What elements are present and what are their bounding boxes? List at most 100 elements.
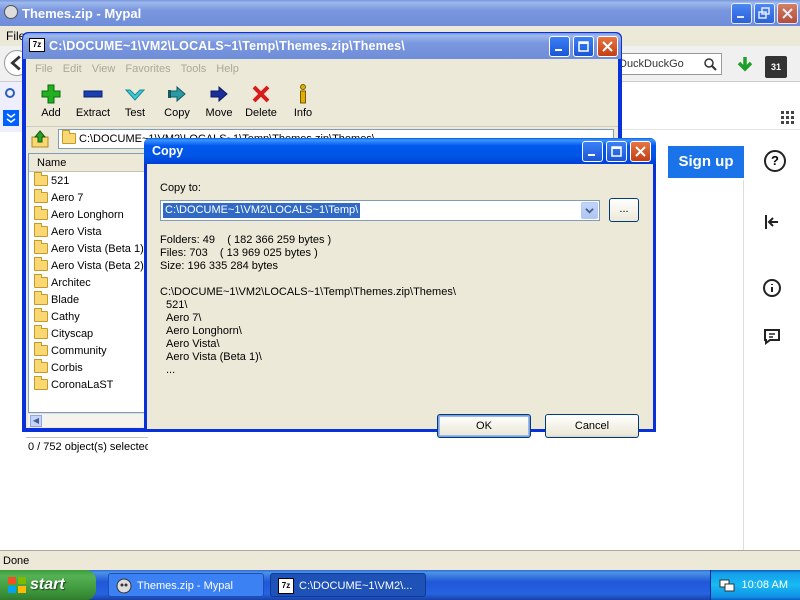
browser-minimize-button[interactable] (731, 3, 752, 24)
folder-icon (34, 359, 48, 373)
ok-button[interactable]: OK (437, 414, 531, 438)
minus-icon (83, 90, 103, 98)
download-icon[interactable] (734, 54, 756, 76)
info-icon[interactable] (760, 276, 784, 300)
folder-icon (62, 130, 76, 144)
horizontal-scrollbar[interactable]: ◀ (28, 413, 150, 427)
apps-grid-icon[interactable] (780, 110, 794, 124)
list-item[interactable]: Corbis (29, 359, 149, 376)
zip-close-button[interactable] (597, 36, 618, 57)
dropdown-button[interactable] (581, 202, 598, 219)
signup-button[interactable]: Sign up (668, 146, 744, 178)
list-item[interactable]: Aero 7 (29, 189, 149, 206)
dialog-minimize-button[interactable] (582, 141, 603, 162)
add-label: Add (41, 107, 61, 119)
menu-tools[interactable]: Tools (176, 59, 212, 79)
list-item[interactable]: Cityscap (29, 325, 149, 342)
zip-title: C:\DOCUME~1\VM2\LOCALS~1\Temp\Themes.zip… (49, 39, 405, 53)
folder-icon (34, 240, 48, 254)
file-list[interactable]: Name 521 Aero 7 Aero Longhorn Aero Vista Aer… (28, 153, 150, 413)
zip-title-bar: 7z C:\DOCUME~1\VM2\LOCALS~1\Temp\Themes.… (23, 33, 621, 59)
zip-menubar: File Edit View Favorites Tools Help (26, 59, 618, 79)
7zip-icon: 7z (278, 578, 294, 594)
copy-arrow-icon (168, 85, 186, 103)
list-item[interactable]: Aero Vista (Beta 1) (29, 240, 149, 257)
clock: 10:08 AM (741, 579, 788, 591)
move-button[interactable]: Move (198, 79, 240, 126)
dropbox-icon[interactable] (3, 110, 19, 126)
folder-icon (34, 257, 48, 271)
scroll-left-icon[interactable]: ◀ (30, 415, 42, 427)
extract-button[interactable]: Extract (72, 79, 114, 126)
menu-file[interactable]: File (30, 59, 58, 79)
search-placeholder: DuckDuckGo (619, 58, 684, 70)
zip-minimize-button[interactable] (549, 36, 570, 57)
browser-restore-button[interactable] (754, 3, 775, 24)
browse-button[interactable]: ... (609, 198, 639, 222)
info-i-icon (300, 84, 306, 104)
list-item[interactable]: Architec (29, 274, 149, 291)
list-item[interactable]: Blade (29, 291, 149, 308)
destination-value: C:\DOCUME~1\VM2\LOCALS~1\Temp\ (161, 202, 362, 219)
taskbar-item-mypal[interactable]: Themes.zip - Mypal (108, 573, 264, 597)
source-item: Aero Vista (Beta 1)\ (166, 351, 262, 363)
cancel-button[interactable]: Cancel (545, 414, 639, 438)
start-label: start (30, 576, 65, 593)
list-item-label: CoronaLaST (51, 378, 114, 391)
copy-dialog: Copy Copy to: C:\DOCUME~1\VM2\LOCALS~1\T… (144, 138, 656, 438)
list-item[interactable]: Cathy (29, 308, 149, 325)
info-button[interactable]: Info (282, 79, 324, 126)
delete-x-icon (252, 85, 270, 103)
calendar-icon[interactable]: 31 (765, 56, 787, 78)
search-input[interactable]: DuckDuckGo (612, 53, 722, 75)
list-item[interactable]: Aero Vista (Beta 2) (29, 257, 149, 274)
zip-app-icon: 7z (29, 38, 45, 52)
copy-button[interactable]: Copy (156, 79, 198, 126)
dialog-maximize-button[interactable] (606, 141, 627, 162)
taskbar-item-label: C:\DOCUME~1\VM2\... (299, 580, 413, 592)
list-item-label: Blade (51, 293, 80, 306)
list-item[interactable]: Aero Longhorn (29, 206, 149, 223)
search-side-icon[interactable] (3, 86, 19, 102)
test-button[interactable]: Test (114, 79, 156, 126)
help-icon[interactable]: ? (764, 150, 786, 172)
comment-icon[interactable] (760, 324, 784, 348)
copy-to-label: Copy to: (160, 182, 201, 194)
add-button[interactable]: Add (30, 79, 72, 126)
menu-help[interactable]: Help (211, 59, 244, 79)
delete-label: Delete (245, 107, 277, 119)
list-item[interactable]: 521 (29, 172, 149, 189)
collapse-left-icon[interactable] (760, 210, 784, 234)
plus-icon (41, 84, 61, 104)
column-header-name[interactable]: Name (29, 154, 149, 172)
zip-maximize-button[interactable] (573, 36, 594, 57)
list-item[interactable]: Aero Vista (29, 223, 149, 240)
folder-icon (34, 189, 48, 203)
menu-view[interactable]: View (87, 59, 121, 79)
folder-icon (34, 223, 48, 237)
browser-close-button[interactable] (777, 3, 798, 24)
search-icon (704, 58, 717, 71)
list-item-label: Aero Vista (Beta 1) (51, 242, 144, 255)
folder-icon (34, 274, 48, 288)
test-label: Test (124, 107, 146, 119)
network-icon[interactable] (719, 577, 735, 593)
list-item[interactable]: Community (29, 342, 149, 359)
list-item-label: Community (51, 344, 107, 357)
delete-button[interactable]: Delete (240, 79, 282, 126)
dialog-close-button[interactable] (630, 141, 651, 162)
taskbar-item-7zip[interactable]: 7z C:\DOCUME~1\VM2\... (270, 573, 426, 597)
folder-up-icon[interactable] (30, 129, 52, 149)
menu-favorites[interactable]: Favorites (120, 59, 175, 79)
size-info: Size: 196 335 284 bytes (160, 260, 279, 272)
copy-dialog-title: Copy (152, 144, 184, 158)
start-button[interactable]: start (0, 570, 96, 600)
chevron-down-icon (585, 208, 594, 214)
taskbar: start Themes.zip - Mypal 7z C:\DOCUME~1\… (0, 570, 800, 600)
source-item: Aero Longhorn\ (166, 325, 242, 337)
browser-app-icon (4, 5, 18, 19)
menu-edit[interactable]: Edit (58, 59, 87, 79)
source-item: Aero 7\ (166, 312, 202, 324)
destination-combobox[interactable]: C:\DOCUME~1\VM2\LOCALS~1\Temp\ (160, 200, 600, 221)
list-item[interactable]: CoronaLaST (29, 376, 149, 393)
